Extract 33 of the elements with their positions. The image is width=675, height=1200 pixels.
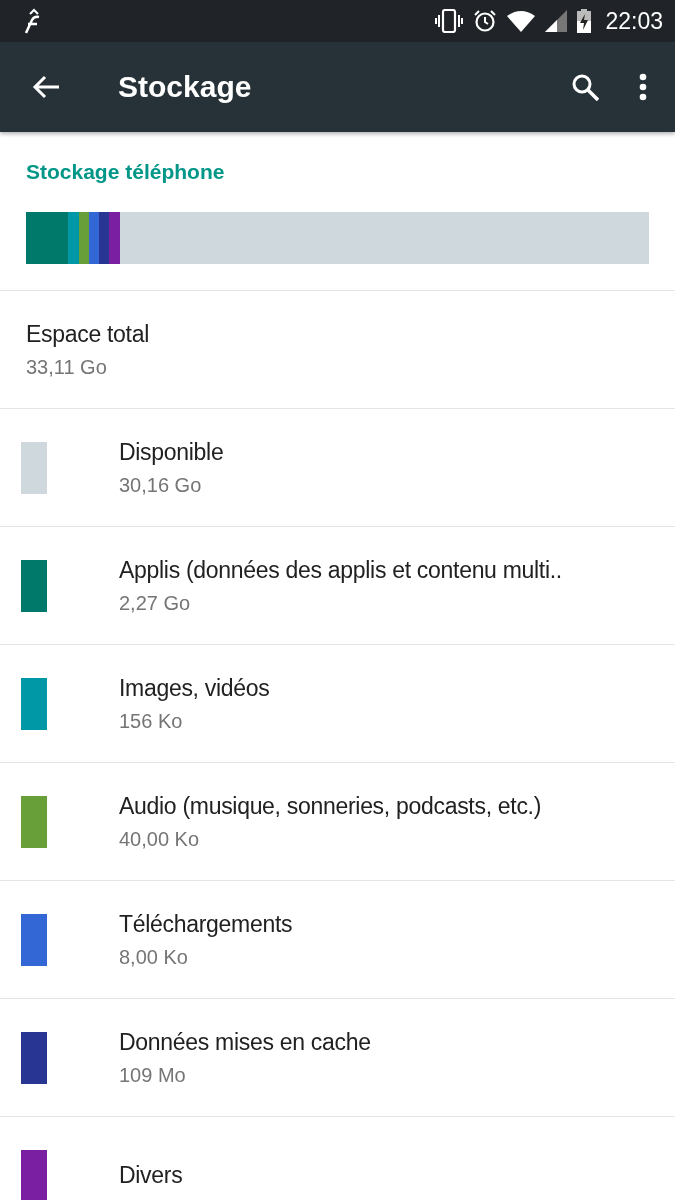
more-options-icon[interactable] xyxy=(639,73,647,101)
storage-category-item[interactable]: Données mises en cache 109 Mo xyxy=(0,999,675,1117)
category-size: 8,00 Ko xyxy=(119,945,189,969)
storage-category-item[interactable]: Audio (musique, sonneries, podcasts, etc.) 40,00 Ko xyxy=(0,763,675,881)
clock-time: 22:03 xyxy=(605,7,663,35)
category-size: 156 Ko xyxy=(119,709,184,733)
category-label: Données mises en cache xyxy=(119,1028,371,1056)
storage-category-item[interactable]: Divers xyxy=(0,1117,675,1200)
battery-icon xyxy=(577,9,592,33)
storage-category-item[interactable]: Téléchargements 8,00 Ko xyxy=(0,881,675,999)
category-label: Divers xyxy=(119,1162,183,1189)
storage-category-item[interactable]: Images, vidéos 156 Ko xyxy=(0,645,675,763)
category-label: Téléchargements xyxy=(119,910,293,938)
vibrate-icon xyxy=(435,9,464,33)
alarm-icon xyxy=(473,9,498,33)
category-label: Audio (musique, sonneries, podcasts, etc.) xyxy=(119,792,542,820)
total-label: Espace total xyxy=(26,320,149,348)
category-label: Images, vidéos xyxy=(119,674,270,702)
total-value: 33,11 Go xyxy=(26,355,108,379)
storage-category-item[interactable]: Disponible 30,16 Go xyxy=(0,409,675,527)
category-size: 2,27 Go xyxy=(119,591,192,615)
signal-icon xyxy=(545,10,568,32)
category-label: Applis (données des applis et contenu multi.. xyxy=(119,556,562,584)
screen-title: Stockage xyxy=(118,70,253,104)
category-size: 40,00 Ko xyxy=(119,827,201,851)
category-size: 109 Mo xyxy=(119,1063,187,1087)
category-size: 30,16 Go xyxy=(119,473,203,497)
wifi-icon xyxy=(507,10,536,32)
category-label: Disponible xyxy=(119,438,224,466)
back-icon[interactable] xyxy=(32,75,60,99)
search-icon[interactable] xyxy=(571,73,599,101)
section-header: Stockage téléphone xyxy=(26,160,226,184)
storage-category-item[interactable]: Applis (données des applis et contenu multi.. 2,27 Go xyxy=(0,527,675,645)
